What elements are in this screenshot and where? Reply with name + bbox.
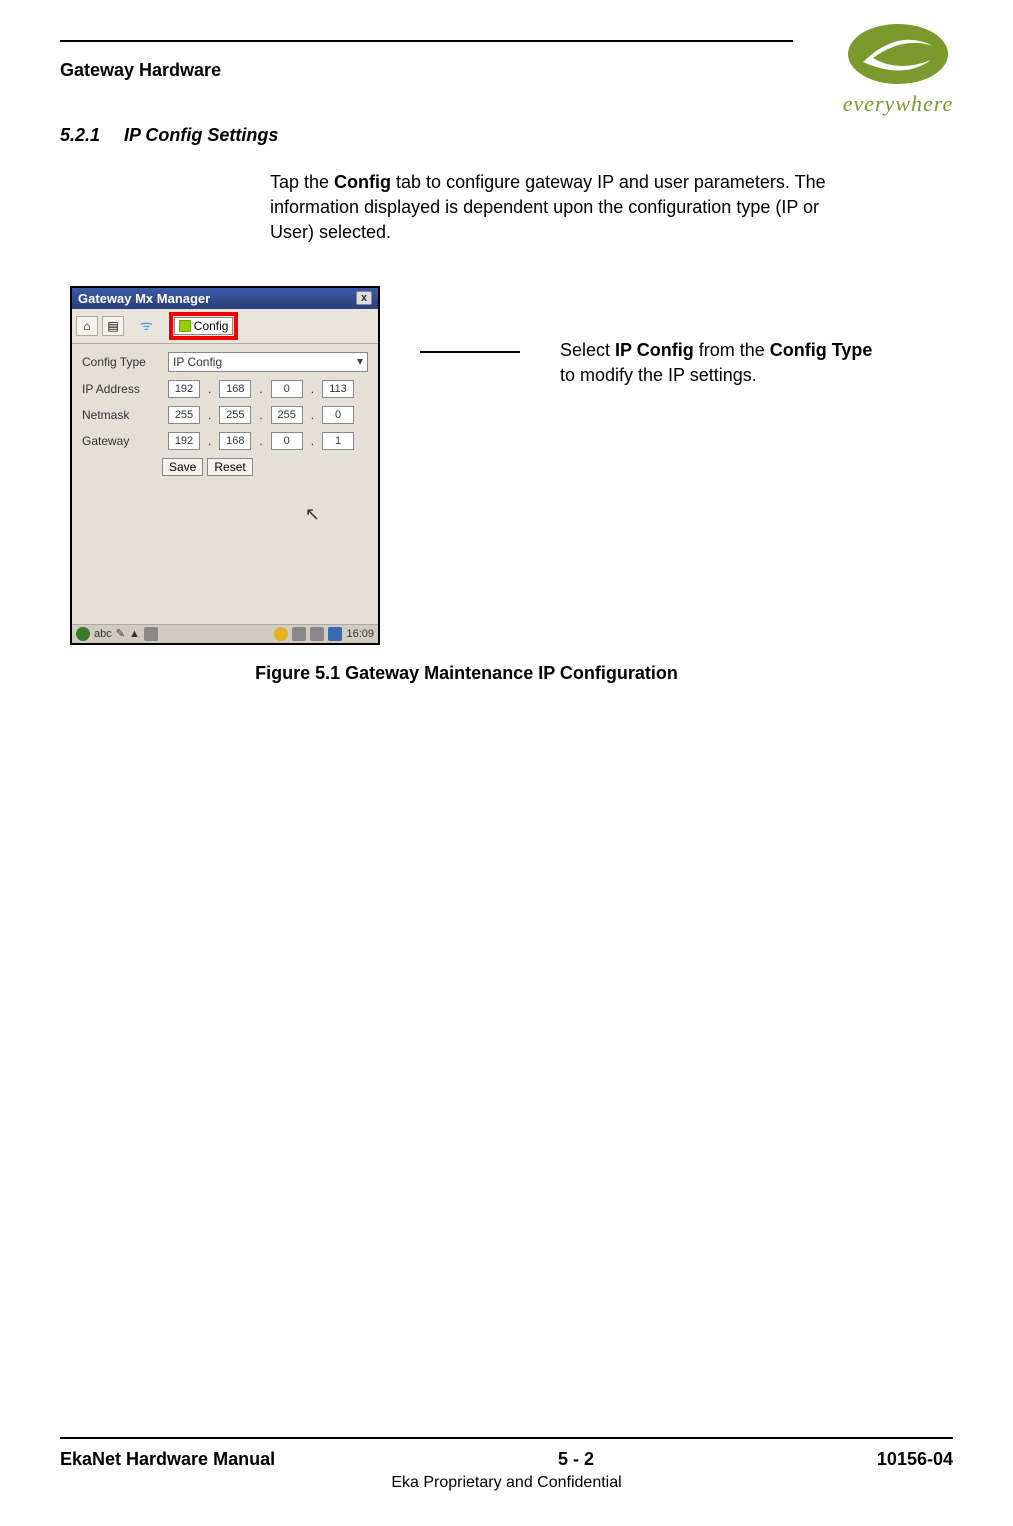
nm-oct-1[interactable]: 255 xyxy=(168,406,200,424)
config-tab-label: Config xyxy=(194,319,229,333)
netmask-label: Netmask xyxy=(82,408,162,422)
callout-bold-1: IP Config xyxy=(615,340,694,360)
taskbar-app-icon[interactable] xyxy=(144,627,158,641)
toolbar-nav-icon[interactable]: ▤ xyxy=(102,316,124,336)
config-type-select[interactable]: IP Config xyxy=(168,352,368,372)
ip-oct-4[interactable]: 113 xyxy=(322,380,354,398)
ip-oct-2[interactable]: 168 xyxy=(219,380,251,398)
gw-oct-3[interactable]: 0 xyxy=(271,432,303,450)
gw-oct-4[interactable]: 1 xyxy=(322,432,354,450)
reset-button[interactable]: Reset xyxy=(207,458,252,476)
close-button[interactable]: x xyxy=(356,291,372,305)
taskbar-start-icon[interactable] xyxy=(76,627,90,641)
config-tab-highlight: Config xyxy=(169,312,239,340)
config-type-label: Config Type xyxy=(82,355,162,369)
tray-battery-icon[interactable] xyxy=(328,627,342,641)
taskbar-pencil-icon: ✎ xyxy=(116,627,125,640)
footer-sub: Eka Proprietary and Confidential xyxy=(60,1474,953,1492)
tray-volume-icon[interactable] xyxy=(310,627,324,641)
config-tab-icon xyxy=(179,320,191,332)
gw-oct-1[interactable]: 192 xyxy=(168,432,200,450)
save-button[interactable]: Save xyxy=(162,458,203,476)
brand-logo: everywhere xyxy=(823,18,973,117)
figure-caption: Figure 5.1 Gateway Maintenance IP Config… xyxy=(60,663,873,684)
toolbar-home-icon[interactable]: ⌂ xyxy=(76,316,98,336)
body-text-1: Tap the xyxy=(270,172,334,192)
tray-status-icon[interactable] xyxy=(274,627,288,641)
body-paragraph: Tap the Config tab to configure gateway … xyxy=(270,170,863,246)
nm-oct-3[interactable]: 255 xyxy=(271,406,303,424)
logo-swirl-icon xyxy=(843,18,953,90)
callout-arrow xyxy=(420,351,520,353)
callout-seg-3: to modify the IP settings. xyxy=(560,365,757,385)
page-header: Gateway Hardware xyxy=(60,60,221,81)
nm-oct-4[interactable]: 0 xyxy=(322,406,354,424)
taskbar-abc: abc xyxy=(94,628,112,640)
taskbar-clock: 16:09 xyxy=(346,628,374,640)
toolbar: ⌂ ▤ ᯤ Config xyxy=(72,309,378,344)
callout-seg-1: Select xyxy=(560,340,615,360)
taskbar: abc ✎ ▲ 16:09 xyxy=(72,624,378,643)
app-window: Gateway Mx Manager x ⌂ ▤ ᯤ Config Conf xyxy=(70,286,380,645)
ip-address-label: IP Address xyxy=(82,382,162,396)
section-title: IP Config Settings xyxy=(124,125,278,146)
footer-right: 10156-04 xyxy=(877,1449,953,1470)
body-bold-config: Config xyxy=(334,172,391,192)
gw-oct-2[interactable]: 168 xyxy=(219,432,251,450)
cursor-icon: ↖ xyxy=(305,504,320,525)
callout-bold-2: Config Type xyxy=(770,340,873,360)
section-number: 5.2.1 xyxy=(60,125,100,146)
taskbar-up-icon[interactable]: ▲ xyxy=(129,628,140,640)
gateway-label: Gateway xyxy=(82,434,162,448)
nm-oct-2[interactable]: 255 xyxy=(219,406,251,424)
wifi-icon[interactable]: ᯤ xyxy=(140,316,153,335)
ip-oct-3[interactable]: 0 xyxy=(271,380,303,398)
callout-seg-2: from the xyxy=(694,340,770,360)
section-heading: 5.2.1 IP Config Settings xyxy=(60,125,953,146)
footer-left: EkaNet Hardware Manual xyxy=(60,1449,275,1470)
callout-text: Select IP Config from the Config Type to… xyxy=(560,338,872,388)
titlebar: Gateway Mx Manager x xyxy=(72,288,378,309)
tray-icon-1[interactable] xyxy=(292,627,306,641)
window-title: Gateway Mx Manager xyxy=(78,291,210,306)
logo-text: everywhere xyxy=(823,91,973,117)
app-body: Config Type IP Config IP Address 192. 16… xyxy=(72,344,378,624)
ip-oct-1[interactable]: 192 xyxy=(168,380,200,398)
config-tab[interactable]: Config xyxy=(174,317,234,335)
footer-center: 5 - 2 xyxy=(558,1449,594,1470)
